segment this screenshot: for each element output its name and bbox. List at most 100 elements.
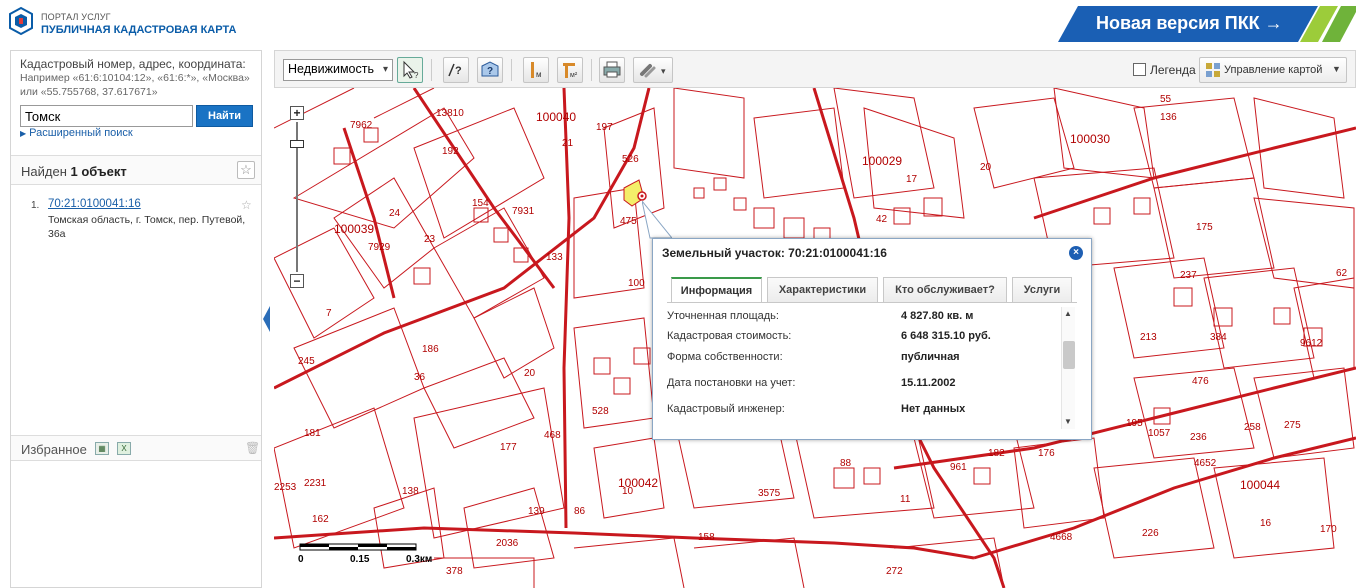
close-icon[interactable]: × — [1069, 246, 1083, 260]
legend-label[interactable]: Легенда — [1150, 63, 1196, 77]
parcel-info-popup: Земельный участок: 70:21:0100041:16 × Ин… — [652, 238, 1092, 440]
search-input[interactable] — [20, 105, 193, 127]
map-label: 133 — [546, 252, 563, 263]
info-label: Форма собственности: — [667, 351, 783, 363]
info-row: Кадастровый инженер: Нет данных — [667, 400, 1067, 420]
search-button[interactable]: Найти — [196, 105, 253, 127]
new-version-label[interactable]: Новая версия ПКК → — [1096, 13, 1283, 34]
favorite-all-star-icon[interactable]: ☆ — [237, 161, 255, 179]
map-label: 24 — [389, 208, 401, 219]
info-row: Уточненная площадь: 4 827.80 кв. м — [667, 307, 1067, 327]
collapse-panel-arrow-icon[interactable] — [263, 306, 271, 332]
results-prefix: Найден — [21, 164, 67, 179]
map-label: 186 — [422, 344, 439, 355]
info-row: Кадастровая стоимость: 6 648 315.10 руб. — [667, 327, 1067, 347]
measure-area-button[interactable]: м² — [557, 57, 583, 83]
map-label: 86 — [574, 506, 586, 517]
cadastral-map[interactable]: 100040 100029 100030 100039 100 0 42 10004… — [274, 88, 1356, 588]
zoom-control: + − — [290, 106, 304, 290]
map-label: 4652 — [1194, 458, 1217, 469]
svg-text:▾: ▾ — [661, 66, 666, 76]
map-label: 2036 — [496, 538, 519, 549]
excel-export-icon[interactable]: X — [117, 442, 131, 455]
trash-icon[interactable]: 🗑 — [245, 441, 260, 455]
identify-tool-button[interactable]: ? — [397, 57, 423, 83]
scale-ruler — [299, 543, 417, 551]
map-label: 162 — [312, 514, 329, 525]
map-label: 21 — [562, 138, 574, 149]
map-label: 4668 — [1050, 532, 1073, 543]
map-label: 195 — [1126, 418, 1143, 429]
svg-text:?: ? — [414, 71, 419, 80]
info-label: Уточненная площадь: — [667, 310, 779, 322]
tab-who-serves[interactable]: Кто обслуживает? — [883, 277, 1007, 302]
scale-label: 0 — [298, 554, 304, 565]
app-title[interactable]: ПУБЛИЧНАЯ КАДАСТРОВАЯ КАРТА — [41, 24, 236, 36]
map-label: 258 — [1244, 422, 1261, 433]
scrollbar-thumb[interactable] — [1063, 341, 1075, 369]
popup-tabs: Информация Характеристики Кто обслуживае… — [671, 277, 1073, 303]
export-icon[interactable]: ▦ — [95, 442, 109, 455]
favorites-header: Избранное ▦ X 🗑 — [11, 435, 261, 461]
result-cadastral-link[interactable]: 70:21:0100041:16 — [48, 198, 141, 210]
map-label: 11 — [900, 494, 911, 505]
map-label: 100 — [628, 278, 645, 289]
map-label: 272 — [886, 566, 903, 577]
measure-info-button[interactable]: ? — [443, 57, 469, 83]
map-label: 961 — [950, 462, 967, 473]
info-value: Нет данных — [901, 403, 966, 415]
info-row: Форма собственности: публичная — [667, 348, 1067, 368]
area-info-button[interactable]: ? — [477, 57, 503, 83]
search-hint: Кадастровый номер, адрес, координата: — [20, 57, 246, 71]
star-icon[interactable]: ☆ — [241, 198, 252, 212]
map-label: 9612 — [1300, 338, 1323, 349]
map-label: 236 — [1190, 432, 1207, 443]
triangle-right-icon: ▶ — [20, 129, 27, 138]
zoom-slider-handle[interactable] — [290, 140, 304, 148]
map-label: 154 — [472, 198, 489, 209]
map-label: 7931 — [512, 206, 535, 217]
results-title: Найден 1 объект — [21, 164, 127, 179]
info-value: 6 648 315.10 руб. — [901, 330, 991, 342]
info-label: Дата постановки на учет: — [667, 377, 796, 389]
map-label: 245 — [298, 356, 315, 367]
measure-distance-button[interactable]: м — [523, 57, 549, 83]
scale-label: 0.15 — [350, 554, 370, 565]
scroll-up-icon[interactable]: ▲ — [1064, 309, 1072, 318]
scroll-down-icon[interactable]: ▼ — [1064, 417, 1072, 426]
popup-scrollbar[interactable]: ▲ ▼ — [1061, 307, 1075, 429]
tab-divider — [667, 302, 1077, 303]
zoom-out-button[interactable]: − — [290, 274, 304, 288]
map-label: 23 — [424, 234, 436, 245]
map-label: 2231 — [304, 478, 327, 489]
tab-info[interactable]: Информация — [671, 277, 762, 303]
polygon-question-icon: ? — [481, 61, 499, 77]
map-label: 100039 — [334, 222, 375, 236]
legend-checkbox[interactable] — [1133, 63, 1146, 76]
info-label: Кадастровый инженер: — [667, 403, 785, 415]
map-label: 136 — [1160, 112, 1177, 123]
map-label: 20 — [524, 368, 536, 379]
ruler-question-icon: ? — [448, 63, 462, 77]
map-label: 237 — [1180, 270, 1197, 281]
map-label: 17 — [906, 174, 918, 185]
map-label: 476 — [1192, 376, 1209, 387]
zoom-in-button[interactable]: + — [290, 106, 304, 120]
advanced-search-link[interactable]: ▶ Расширенный поиск — [20, 127, 133, 139]
object-type-select[interactable]: Недвижимость ▾ — [283, 59, 393, 81]
svg-text:м²: м² — [570, 72, 578, 79]
tab-services[interactable]: Услуги — [1012, 277, 1072, 302]
toolbar-separator — [431, 59, 432, 81]
tab-characteristics[interactable]: Характеристики — [767, 277, 878, 302]
map-toolbar: Недвижимость ▾ ? ? ? м м² ▾ Легенда Упра… — [274, 50, 1356, 88]
map-label: 100040 — [536, 110, 577, 124]
svg-text:?: ? — [487, 66, 493, 77]
map-control-dropdown[interactable]: Управление картой ▼ — [1199, 57, 1347, 83]
portal-logo-icon[interactable] — [8, 6, 34, 36]
info-table: Уточненная площадь: 4 827.80 кв. м Кадас… — [667, 307, 1073, 429]
map-label: 7929 — [368, 242, 391, 253]
link-button[interactable]: ▾ — [633, 57, 673, 83]
results-count: 1 объект — [70, 164, 127, 179]
info-value: 4 827.80 кв. м — [901, 310, 974, 322]
print-button[interactable] — [599, 57, 625, 83]
